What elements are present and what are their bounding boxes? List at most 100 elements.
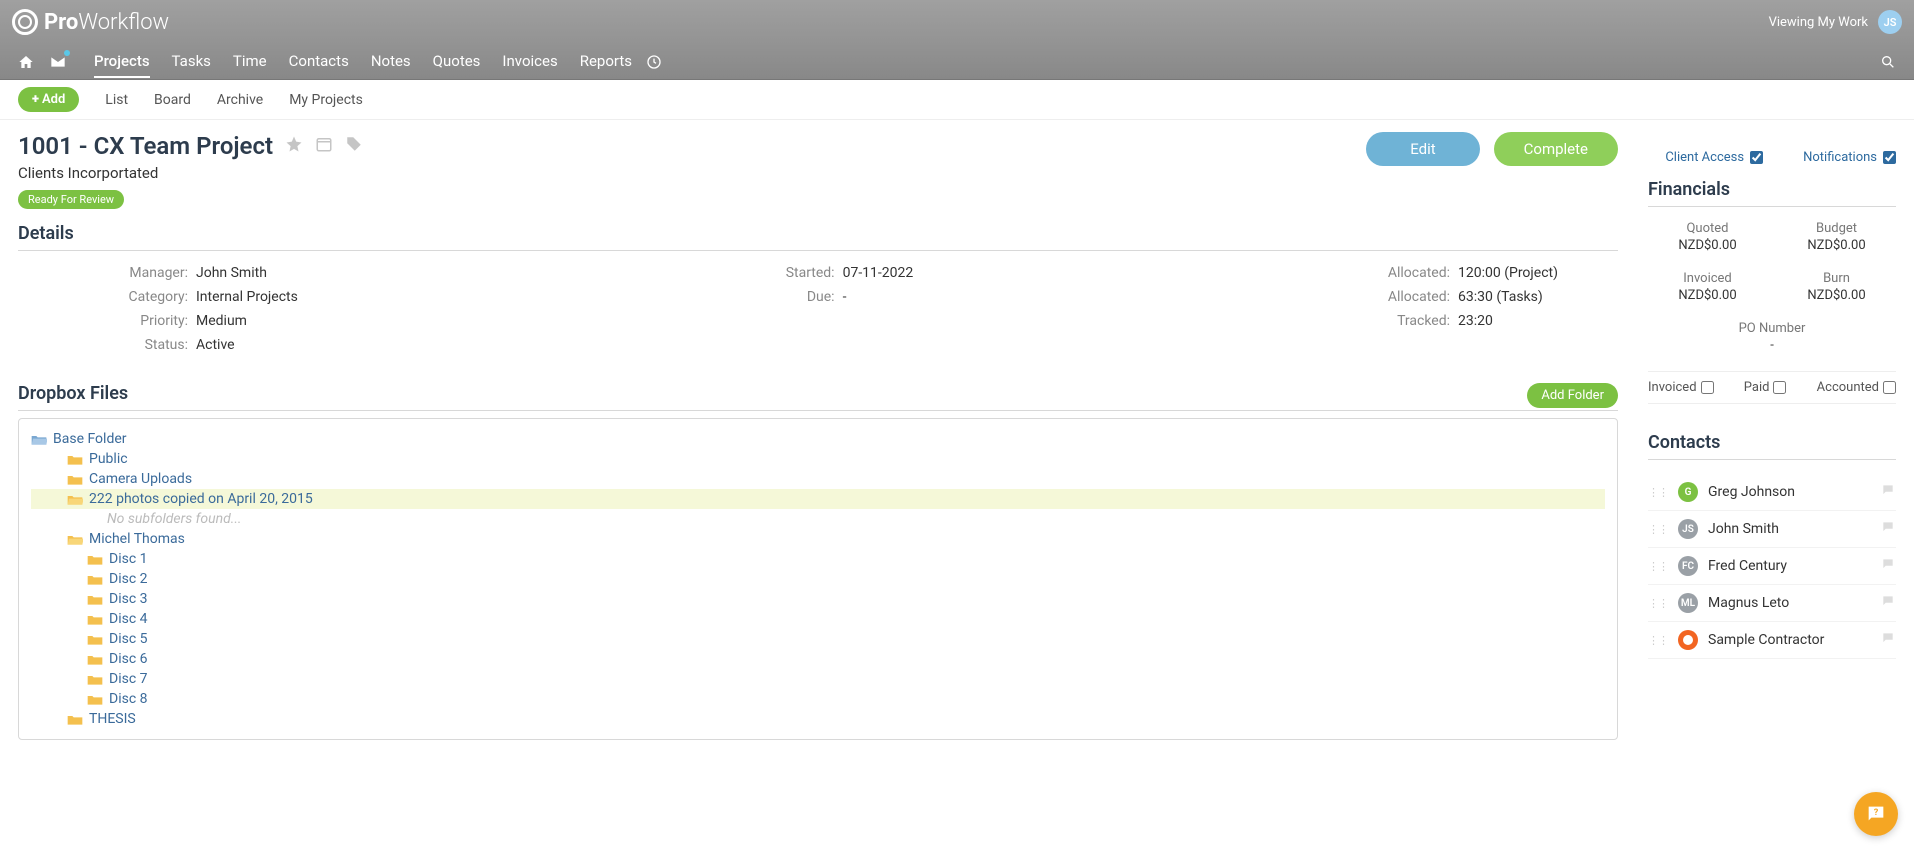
nav-link-tasks[interactable]: Tasks — [172, 46, 211, 78]
folder-name: Public — [89, 451, 128, 467]
contact-row[interactable]: ⋮⋮ Sample Contractor — [1648, 622, 1896, 659]
logo[interactable]: ProWorkflow — [12, 9, 169, 35]
edit-button[interactable]: Edit — [1366, 132, 1479, 166]
contact-row[interactable]: ⋮⋮MLMagnus Leto — [1648, 585, 1896, 622]
detail-label: Allocated: — [1380, 289, 1450, 305]
folder-name: Disc 7 — [109, 671, 148, 687]
contact-row[interactable]: ⋮⋮JSJohn Smith — [1648, 511, 1896, 548]
folder-item[interactable]: Disc 8 — [31, 689, 1605, 709]
chat-icon[interactable] — [1880, 631, 1896, 649]
folder-item[interactable]: Disc 6 — [31, 649, 1605, 669]
topbar: ProWorkflow Viewing My Work JS — [0, 0, 1914, 44]
folder-name: Base Folder — [53, 431, 127, 447]
search-icon[interactable] — [1874, 48, 1902, 76]
folder-item[interactable]: Disc 2 — [31, 569, 1605, 589]
folder-item[interactable]: THESIS — [31, 709, 1605, 729]
home-icon[interactable] — [12, 48, 40, 76]
detail-label: Category: — [118, 289, 188, 305]
calendar-icon[interactable] — [315, 135, 333, 157]
drag-handle-icon[interactable]: ⋮⋮ — [1648, 597, 1668, 610]
folder-item[interactable]: Michel Thomas — [31, 529, 1605, 549]
dropbox-heading: Dropbox Files — [18, 383, 1618, 411]
contact-name: John Smith — [1708, 521, 1870, 537]
financials-heading: Financials — [1648, 179, 1896, 207]
clock-icon[interactable] — [640, 48, 668, 76]
folder-icon — [87, 673, 103, 685]
drag-handle-icon[interactable]: ⋮⋮ — [1648, 523, 1668, 536]
financial-check-invoiced[interactable]: Invoiced — [1648, 380, 1714, 395]
logo-icon — [12, 9, 38, 35]
financial-check-paid[interactable]: Paid — [1744, 380, 1787, 395]
svg-text:?: ? — [1874, 808, 1879, 818]
folder-item[interactable]: Disc 3 — [31, 589, 1605, 609]
folder-item[interactable]: 222 photos copied on April 20, 2015 — [31, 489, 1605, 509]
chat-icon[interactable] — [1880, 557, 1896, 575]
subnav-board[interactable]: Board — [154, 92, 191, 108]
nav-link-contacts[interactable]: Contacts — [289, 46, 349, 78]
navbar: Projects Tasks Time Contacts Notes Quotes Invo… — [0, 44, 1914, 80]
financial-item: InvoicedNZD$0.00 — [1648, 271, 1767, 303]
detail-value: Internal Projects — [196, 289, 298, 305]
folder-name: Disc 1 — [109, 551, 148, 567]
contacts-heading: Contacts — [1648, 432, 1896, 460]
user-avatar[interactable]: JS — [1878, 10, 1902, 34]
folder-icon — [67, 453, 83, 465]
folder-icon — [87, 573, 103, 585]
nav-link-notes[interactable]: Notes — [371, 46, 411, 78]
folder-item[interactable]: Base Folder — [31, 429, 1605, 449]
subnav-archive[interactable]: Archive — [217, 92, 263, 108]
subnav: +Add List Board Archive My Projects — [0, 80, 1914, 120]
nav-link-invoices[interactable]: Invoices — [502, 46, 557, 78]
nav-link-reports[interactable]: Reports — [580, 46, 632, 78]
client-name: Clients Incorportated — [18, 164, 1366, 182]
detail-value: 120:00 (Project) — [1458, 265, 1558, 281]
drag-handle-icon[interactable]: ⋮⋮ — [1648, 486, 1668, 499]
viewing-my-work[interactable]: Viewing My Work — [1769, 15, 1868, 30]
folder-item[interactable]: Disc 7 — [31, 669, 1605, 689]
add-folder-button[interactable]: Add Folder — [1527, 383, 1618, 408]
folder-name: No subfolders found... — [107, 511, 242, 527]
drag-handle-icon[interactable]: ⋮⋮ — [1648, 560, 1668, 573]
complete-button[interactable]: Complete — [1494, 132, 1618, 166]
nav-link-time[interactable]: Time — [233, 46, 267, 78]
mail-icon[interactable] — [44, 48, 72, 76]
subnav-list[interactable]: List — [105, 92, 128, 108]
add-button[interactable]: +Add — [18, 87, 79, 112]
client-access-toggle[interactable]: Client Access — [1665, 150, 1763, 165]
nav-link-quotes[interactable]: Quotes — [433, 46, 481, 78]
project-title: 1001 - CX Team Project — [18, 132, 273, 160]
chat-icon[interactable] — [1880, 483, 1896, 501]
chat-icon[interactable] — [1880, 594, 1896, 612]
contact-name: Sample Contractor — [1708, 632, 1870, 648]
subnav-my-projects[interactable]: My Projects — [289, 92, 363, 108]
detail-row: Tracked:23:20 — [1380, 313, 1558, 329]
folder-item[interactable]: Disc 4 — [31, 609, 1605, 629]
detail-value: Medium — [196, 313, 247, 329]
folder-item[interactable]: Public — [31, 449, 1605, 469]
star-icon[interactable] — [285, 135, 303, 157]
financial-check-accounted[interactable]: Accounted — [1817, 380, 1896, 395]
contact-row[interactable]: ⋮⋮FCFred Century — [1648, 548, 1896, 585]
folder-name: Disc 6 — [109, 651, 148, 667]
detail-value: 63:30 (Tasks) — [1458, 289, 1543, 305]
notifications-toggle[interactable]: Notifications — [1803, 150, 1896, 165]
contact-row[interactable]: ⋮⋮GGreg Johnson — [1648, 474, 1896, 511]
financial-item: BurnNZD$0.00 — [1777, 271, 1896, 303]
drag-handle-icon[interactable]: ⋮⋮ — [1648, 634, 1668, 647]
nav-link-projects[interactable]: Projects — [94, 46, 150, 78]
folder-icon — [67, 473, 83, 485]
tag-icon[interactable] — [345, 135, 363, 157]
detail-row: Allocated: 120:00 (Project) — [1380, 265, 1558, 281]
detail-label: Allocated: — [1380, 265, 1450, 281]
folder-item[interactable]: Disc 1 — [31, 549, 1605, 569]
folder-name: Disc 8 — [109, 691, 148, 707]
folder-item[interactable]: Camera Uploads — [31, 469, 1605, 489]
contact-avatar: FC — [1678, 556, 1698, 576]
help-fab[interactable]: ? — [1854, 792, 1898, 836]
financial-item: QuotedNZD$0.00 — [1648, 221, 1767, 253]
folder-icon — [87, 633, 103, 645]
folder-item[interactable]: Disc 5 — [31, 629, 1605, 649]
folder-name: 222 photos copied on April 20, 2015 — [89, 491, 313, 507]
chat-icon[interactable] — [1880, 520, 1896, 538]
folder-icon — [67, 713, 83, 725]
